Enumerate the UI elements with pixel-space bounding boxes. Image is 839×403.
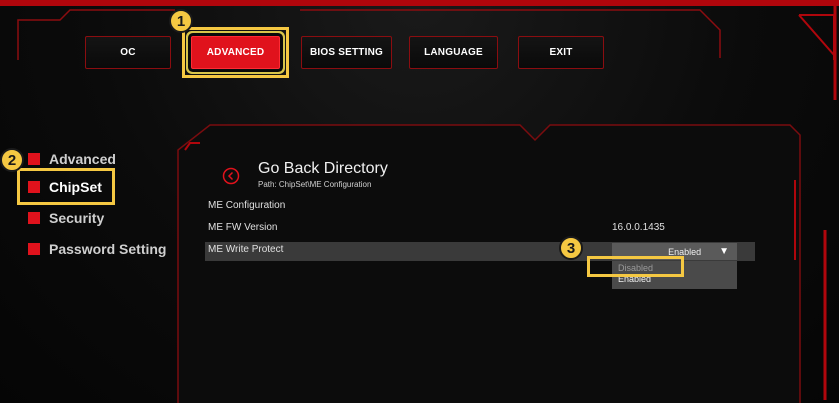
me-write-protect-label: ME Write Protect	[208, 244, 284, 255]
breadcrumb-path: Path: ChipSet\ME Configuration	[258, 180, 372, 189]
callout-badge-3: 3	[559, 236, 583, 260]
chevron-left-circle-icon[interactable]	[222, 167, 240, 185]
disabled-option-callout-box	[587, 256, 684, 277]
main-panel-frame	[177, 124, 827, 403]
triangle-down-icon: ▼	[719, 246, 729, 257]
go-back-directory-link[interactable]: Go Back Directory	[258, 160, 388, 178]
me-fw-version-label: ME FW Version	[208, 222, 278, 233]
me-configuration-heading: ME Configuration	[208, 200, 286, 211]
select-current-value: Enabled	[668, 246, 702, 257]
me-fw-version-value: 16.0.0.1435	[612, 222, 665, 233]
